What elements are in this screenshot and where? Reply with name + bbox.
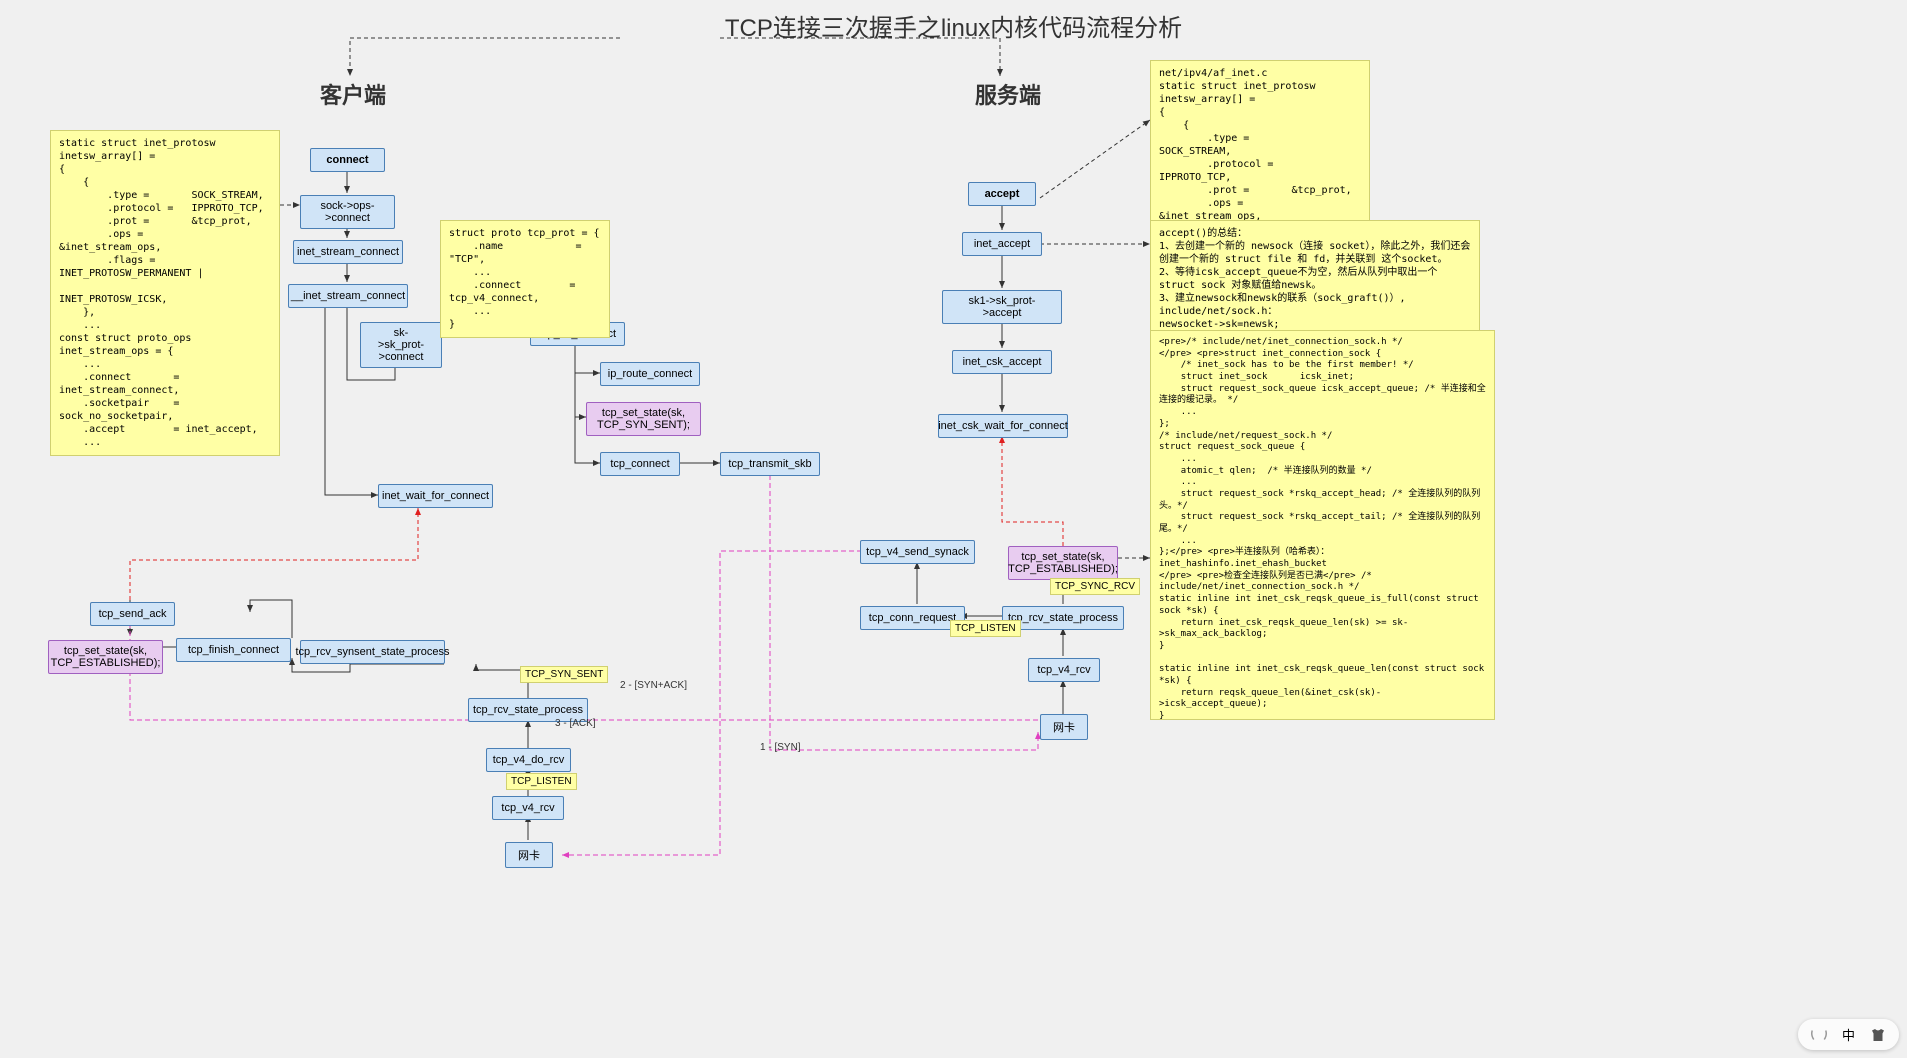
node-sk1-sk-prot-accept[interactable]: sk1->sk_prot->accept — [942, 290, 1062, 324]
node-sk-sk-prot-connect[interactable]: sk->sk_prot->connect — [360, 322, 442, 368]
bottom-toolbar: 中 — [1798, 1019, 1899, 1050]
node-inet-csk-accept[interactable]: inet_csk_accept — [952, 350, 1052, 374]
node-tcp-v4-send-synack[interactable]: tcp_v4_send_synack — [860, 540, 975, 564]
diagram-title: TCP连接三次握手之linux内核代码流程分析 — [725, 8, 1182, 43]
node-connect[interactable]: connect — [310, 148, 385, 172]
connectors — [0, 0, 1907, 1058]
node-sock-ops-connect[interactable]: sock->ops->connect — [300, 195, 395, 229]
note-inetsw-array-client: static struct inet_protosw inetsw_array[… — [50, 130, 280, 456]
node-tcp-transmit-skb[interactable]: tcp_transmit_skb — [720, 452, 820, 476]
node-nic-server[interactable]: 网卡 — [1040, 714, 1088, 740]
horns-icon[interactable] — [1810, 1027, 1828, 1043]
label-tcp-syn-sent: TCP_SYN_SENT — [520, 666, 608, 683]
client-heading: 客户端 — [320, 78, 386, 110]
language-toggle-button[interactable]: 中 — [1836, 1023, 1861, 1046]
label-tcp-listen-client: TCP_LISTEN — [506, 773, 577, 790]
note-tcp-prot: struct proto tcp_prot = { .name = "TCP",… — [440, 220, 610, 338]
node-ip-route-connect[interactable]: ip_route_connect — [600, 362, 700, 386]
node-tcp-connect[interactable]: tcp_connect — [600, 452, 680, 476]
label-ack: 3 - [ACK] — [555, 718, 596, 729]
node-tcp-set-state-syn-sent[interactable]: tcp_set_state(sk, TCP_SYN_SENT); — [586, 402, 701, 436]
node-tcp-v4-rcv-client[interactable]: tcp_v4_rcv — [492, 796, 564, 820]
label-tcp-listen-server: TCP_LISTEN — [950, 620, 1021, 637]
node-tcp-rcv-synsent-state-process[interactable]: tcp_rcv_synsent_state_process — [300, 640, 445, 664]
node-tcp-v4-do-rcv[interactable]: tcp_v4_do_rcv — [486, 748, 571, 772]
tshirt-icon[interactable] — [1869, 1027, 1887, 1043]
note-request-sock: <pre>/* include/net/inet_connection_sock… — [1150, 330, 1495, 720]
node-tcp-finish-connect[interactable]: tcp_finish_connect — [176, 638, 291, 662]
node-__inet-stream-connect[interactable]: __inet_stream_connect — [288, 284, 408, 308]
node-tcp-set-state-established-client[interactable]: tcp_set_state(sk, TCP_ESTABLISHED); — [48, 640, 163, 674]
label-tcp-sync-rcv: TCP_SYNC_RCV — [1050, 578, 1140, 595]
node-inet-csk-wait-for-connect[interactable]: inet_csk_wait_for_connect — [938, 414, 1068, 438]
label-syn: 1 - [SYN] — [760, 742, 801, 753]
label-syn-ack: 2 - [SYN+ACK] — [620, 680, 687, 691]
node-inet-accept[interactable]: inet_accept — [962, 232, 1042, 256]
node-accept[interactable]: accept — [968, 182, 1036, 206]
node-inet-stream-connect[interactable]: inet_stream_connect — [293, 240, 403, 264]
node-tcp-send-ack[interactable]: tcp_send_ack — [90, 602, 175, 626]
node-nic-client[interactable]: 网卡 — [505, 842, 553, 868]
node-inet-wait-for-connect[interactable]: inet_wait_for_connect — [378, 484, 493, 508]
server-heading: 服务端 — [975, 78, 1041, 110]
node-tcp-set-state-established-server[interactable]: tcp_set_state(sk, TCP_ESTABLISHED); — [1008, 546, 1118, 580]
node-tcp-v4-rcv-server[interactable]: tcp_v4_rcv — [1028, 658, 1100, 682]
